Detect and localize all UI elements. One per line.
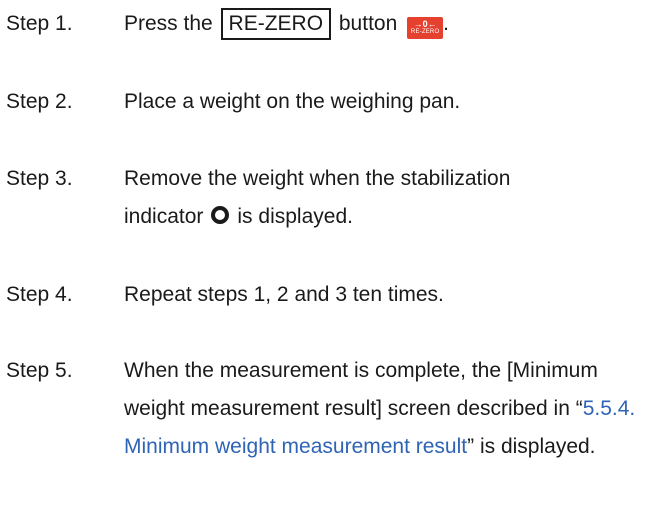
step-text: Repeat steps 1, 2 and 3 ten times. (124, 283, 444, 306)
step-label: Step 3. (6, 167, 73, 190)
step-label: Step 2. (6, 90, 73, 113)
step-text-before: Remove the weight when the stabilization (124, 167, 511, 190)
step-text-after: ” is displayed. (467, 435, 596, 458)
step-text: Press the RE-ZERO button →0← RE-ZERO. (124, 5, 659, 43)
stabilization-indicator-icon (211, 206, 230, 224)
step-label: Step 1. (6, 12, 73, 35)
step-label: Step 5. (6, 359, 73, 382)
step-text-before: When the measurement is complete, the [M… (124, 359, 598, 420)
step-label: Step 4. (6, 283, 73, 306)
re-zero-icon: →0← RE-ZERO (407, 17, 444, 39)
re-zero-key-label: RE-ZERO (220, 8, 332, 40)
step-text-after: . (443, 12, 449, 35)
step-text-mid: button (333, 12, 404, 35)
re-zero-icon-bottom: RE-ZERO (410, 29, 440, 35)
step-text: Place a weight on the weighing pan. (124, 90, 461, 113)
step-text-after: is displayed. (237, 205, 353, 228)
re-zero-icon-top: →0← (413, 19, 437, 29)
step-text-before: Press the (124, 12, 219, 35)
step-text: When the measurement is complete, the [M… (124, 352, 659, 466)
step-text: Remove the weight when the stabilization… (124, 167, 511, 228)
